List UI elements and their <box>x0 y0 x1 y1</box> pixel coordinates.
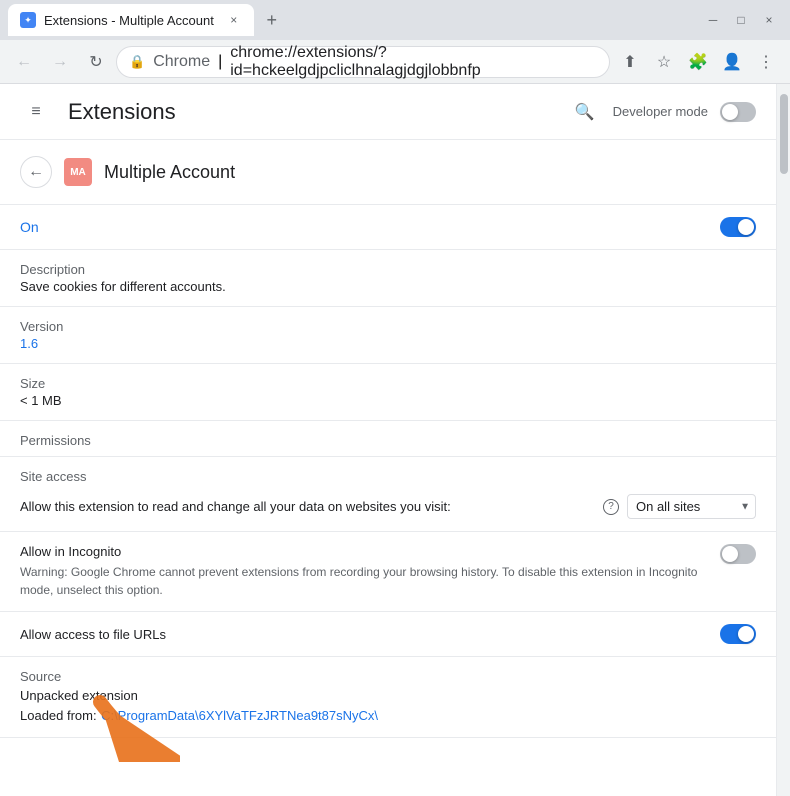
window-controls: ─ □ × <box>700 7 782 33</box>
source-label: Source <box>20 669 756 684</box>
restore-button[interactable]: □ <box>728 7 754 33</box>
tab-close-button[interactable]: × <box>226 12 242 28</box>
extension-header-row: ← MA Multiple Account <box>0 140 776 205</box>
content-wrapper: ≡ Extensions 🔍 Developer mode ← MA Multi… <box>0 84 776 796</box>
permissions-label: Permissions <box>20 433 91 448</box>
help-icon[interactable]: ? <box>603 499 619 515</box>
size-value: < 1 MB <box>20 393 756 408</box>
version-label: Version <box>20 319 756 334</box>
chevron-right-icon: › <box>751 792 756 796</box>
size-section: Size < 1 MB <box>0 364 776 421</box>
on-label: On <box>20 219 39 235</box>
address-separator: | <box>218 53 222 71</box>
scrollbar[interactable] <box>776 84 790 796</box>
refresh-button[interactable]: ↻ <box>80 46 112 78</box>
title-bar: Extensions - Multiple Account × + ─ □ × <box>0 0 790 40</box>
arrow-annotation <box>80 692 180 767</box>
description-section: Description Save cookies for different a… <box>0 250 776 307</box>
extension-logo: MA <box>64 158 92 186</box>
bookmark-icon[interactable]: ☆ <box>648 46 680 78</box>
back-button[interactable]: ← <box>20 156 52 188</box>
forward-button[interactable]: → <box>44 46 76 78</box>
address-url: chrome://extensions/?id=hckeelgdjpcliclh… <box>230 44 597 80</box>
new-tab-button[interactable]: + <box>258 6 286 34</box>
version-section: Version 1.6 <box>0 307 776 364</box>
menu-icon[interactable]: ⋮ <box>750 46 782 78</box>
page-title: Extensions <box>68 99 176 125</box>
search-button[interactable]: 🔍 <box>569 96 601 128</box>
tab-favicon <box>20 12 36 28</box>
profile-icon[interactable]: 👤 <box>716 46 748 78</box>
site-access-section: Site access Allow this extension to read… <box>0 457 776 532</box>
incognito-toggle[interactable] <box>720 544 756 564</box>
tab-title: Extensions - Multiple Account <box>44 13 214 28</box>
source-section: Source Unpacked extension Loaded from: C… <box>0 657 776 738</box>
hamburger-menu[interactable]: ≡ <box>20 96 52 128</box>
site-access-select-wrapper[interactable]: On all sites On specific sites On click <box>627 494 756 519</box>
site-access-select[interactable]: On all sites On specific sites On click <box>627 494 756 519</box>
dev-mode-toggle[interactable] <box>720 102 756 122</box>
file-access-toggle[interactable] <box>720 624 756 644</box>
incognito-desc: Warning: Google Chrome cannot prevent ex… <box>20 563 704 599</box>
description-value: Save cookies for different accounts. <box>20 279 756 294</box>
incognito-text: Allow in Incognito Warning: Google Chrom… <box>20 544 704 599</box>
permissions-section: Permissions <box>0 421 776 457</box>
site-access-text: Allow this extension to read and change … <box>20 499 595 514</box>
header-right: 🔍 Developer mode <box>569 96 756 128</box>
incognito-title: Allow in Incognito <box>20 544 704 559</box>
active-tab[interactable]: Extensions - Multiple Account × <box>8 4 254 36</box>
extension-name: Multiple Account <box>104 162 235 183</box>
dev-mode-label: Developer mode <box>613 104 708 119</box>
site-access-title: Site access <box>20 469 756 484</box>
browser-frame: Extensions - Multiple Account × + ─ □ × … <box>0 0 790 796</box>
file-access-row: Allow access to file URLs <box>0 612 776 657</box>
extension-detail: ← MA Multiple Account On Description Sav… <box>0 140 776 796</box>
page-header: ≡ Extensions 🔍 Developer mode <box>0 84 776 140</box>
share-icon[interactable]: ⬆ <box>614 46 646 78</box>
back-button[interactable]: ← <box>8 46 40 78</box>
description-label: Description <box>20 262 756 277</box>
page-content: ≡ Extensions 🔍 Developer mode ← MA Multi… <box>0 84 790 796</box>
minimize-button[interactable]: ─ <box>700 7 726 33</box>
size-label: Size <box>20 376 756 391</box>
file-access-label: Allow access to file URLs <box>20 627 166 642</box>
extensions-icon[interactable]: 🧩 <box>682 46 714 78</box>
arrow-svg <box>80 692 180 762</box>
incognito-section: Allow in Incognito Warning: Google Chrom… <box>0 532 776 612</box>
extension-enable-toggle[interactable] <box>720 217 756 237</box>
nav-bar: ← → ↻ 🔒 Chrome | chrome://extensions/?id… <box>0 40 790 84</box>
close-button[interactable]: × <box>756 7 782 33</box>
remove-extension-row[interactable]: Remove extension › <box>0 778 776 796</box>
lock-icon: 🔒 <box>129 54 145 70</box>
chrome-label: Chrome <box>153 53 210 71</box>
site-access-row: Allow this extension to read and change … <box>20 494 756 519</box>
address-bar[interactable]: 🔒 Chrome | chrome://extensions/?id=hckee… <box>116 46 610 78</box>
version-value: 1.6 <box>20 336 756 351</box>
on-toggle-row: On <box>0 205 776 250</box>
nav-actions: ⬆ ☆ 🧩 👤 ⋮ <box>614 46 782 78</box>
incognito-row: Allow in Incognito Warning: Google Chrom… <box>20 544 756 599</box>
